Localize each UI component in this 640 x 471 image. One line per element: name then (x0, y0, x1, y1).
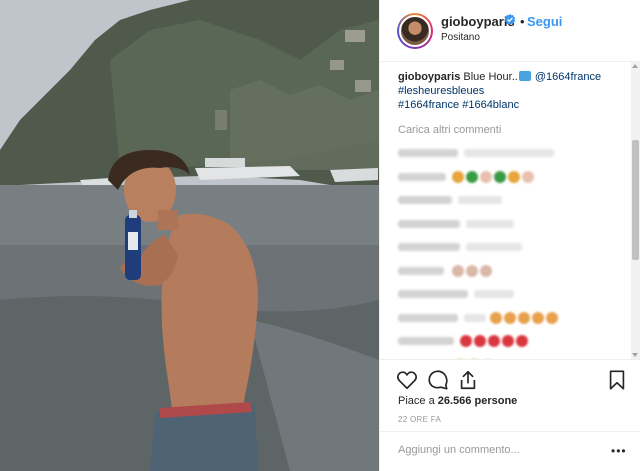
comments-list: gioboyparis Blue Hour.. @1664france #les… (380, 62, 630, 359)
scroll-up-arrow-icon[interactable] (632, 64, 638, 68)
comment-row (398, 285, 630, 309)
scrollbar-thumb[interactable] (632, 140, 639, 260)
caption-mention[interactable]: @1664france (535, 71, 601, 83)
wave-emoji-icon (518, 71, 531, 81)
post-timestamp[interactable]: 22 ORE FA (398, 415, 441, 424)
more-options-icon[interactable]: ••• (611, 444, 627, 458)
bookmark-icon[interactable] (606, 369, 628, 391)
avatar[interactable] (397, 13, 433, 49)
load-more-comments[interactable]: Carica altri commenti (398, 124, 630, 136)
comment-row (398, 215, 630, 239)
verified-badge-icon (504, 14, 516, 25)
follow-button[interactable]: Segui (527, 14, 562, 29)
post-actions: Piace a 26.566 persone 22 ORE FA (380, 359, 640, 429)
add-comment-bar: ••• (380, 431, 640, 471)
blurred-comments (398, 144, 630, 359)
scroll-down-arrow-icon[interactable] (632, 353, 638, 357)
post-caption: gioboyparis Blue Hour.. @1664france #les… (398, 70, 613, 112)
heart-icon[interactable] (396, 369, 418, 391)
comments-scrollbar[interactable] (631, 62, 640, 359)
comment-row (398, 309, 630, 333)
comment-row (398, 168, 630, 192)
separator-dot: • (520, 14, 525, 29)
comment-row (398, 262, 630, 286)
caption-text: Blue Hour.. (463, 71, 518, 83)
post-panel: gioboyparis • Segui Positano gioboyparis… (379, 0, 640, 471)
comment-row (398, 191, 630, 215)
post-header: gioboyparis • Segui Positano (380, 0, 640, 62)
likes-suffix: persone (474, 395, 518, 407)
caption-hashtags-1[interactable]: #lesheuresbleues (398, 85, 484, 97)
avatar-image (399, 15, 431, 47)
location-link[interactable]: Positano (441, 32, 480, 43)
comment-row (398, 238, 630, 262)
caption-username[interactable]: gioboyparis (398, 71, 460, 83)
photo-scene (0, 0, 379, 471)
comment-row (398, 144, 630, 168)
share-icon[interactable] (457, 369, 479, 391)
comment-icon[interactable] (427, 369, 449, 391)
likes-count[interactable]: Piace a 26.566 persone (398, 395, 517, 407)
likes-number: 26.566 (437, 395, 472, 407)
add-comment-input[interactable] (398, 444, 608, 456)
post-photo[interactable] (0, 0, 379, 471)
comment-row (398, 332, 630, 356)
caption-hashtags-2[interactable]: #1664france #1664blanc (398, 99, 519, 111)
likes-prefix: Piace a (398, 395, 435, 407)
